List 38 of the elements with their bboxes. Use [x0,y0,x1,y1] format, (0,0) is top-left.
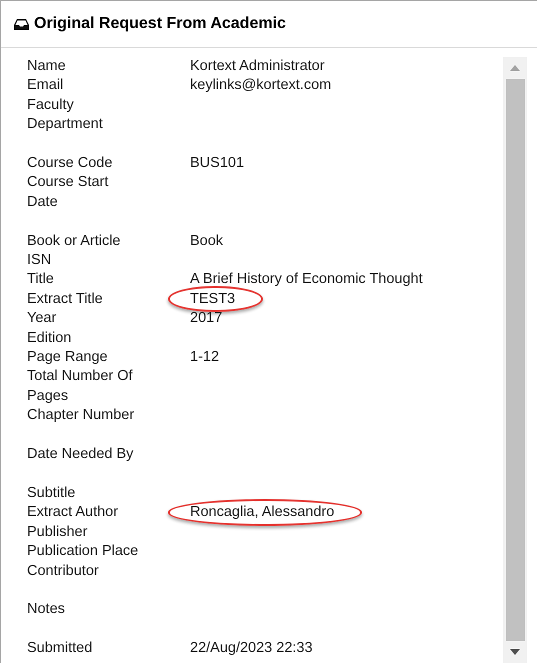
field-label: Notes [27,600,66,620]
field-value: TEST3 [190,290,236,307]
field-label: Email [27,76,64,96]
field-label: Title [27,270,55,290]
field-label: Publication Place [27,542,140,562]
field-value: 22/Aug/2023 22:33 [190,640,313,656]
field-label: Total Number Of Pages [27,367,134,406]
field-label: Extract Title [27,290,104,309]
inbox-icon [14,18,29,30]
field-value: BUS101 [190,155,244,172]
scrollbar-thumb[interactable] [506,79,524,641]
field-value: 2017 [190,310,222,326]
field-value: keylinks@kortext.com [190,77,332,94]
field-label: Faculty Department [27,96,104,134]
scroll-down-icon[interactable] [510,649,520,655]
scroll-up-icon[interactable] [510,65,520,71]
field-value: 1-12 [190,349,220,366]
field-value: Kortext Administrator [190,58,325,74]
field-label: ISN [27,251,52,270]
panel-title: Original Request From Academic [34,14,286,34]
field-value: Book [190,232,224,249]
field-label: Name [27,57,67,76]
field-label: Chapter Number [27,406,136,426]
field-label: Course Code [27,154,114,174]
field-value: Roncaglia, Alessandro [190,504,334,520]
field-label: Date Needed By [27,445,134,464]
field-label: Edition [27,328,72,348]
field-label: Extract Author [27,503,120,522]
field-label: Page Range [27,348,109,368]
field-label: Publisher [27,522,88,542]
scrollbar[interactable] [503,57,527,663]
field-label: Book or Article [27,232,122,251]
field-value: A Brief History of Economic Thought [190,271,423,288]
field-label: Subtitle [27,484,76,503]
field-label: Year [27,309,58,328]
field-label: Submitted [27,639,94,658]
field-label: Course Start Date [27,173,110,212]
field-label: Contributor [27,562,100,580]
